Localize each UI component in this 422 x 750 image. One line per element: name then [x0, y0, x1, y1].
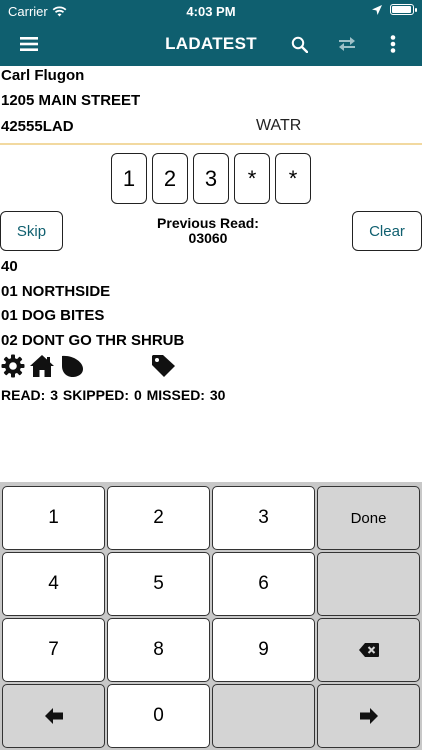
skipped-count: 0 [133, 387, 142, 403]
done-button[interactable]: Done [317, 486, 420, 550]
key-4[interactable]: 4 [2, 552, 105, 616]
clock: 4:03 PM [186, 4, 236, 19]
key-0[interactable]: 0 [107, 684, 210, 748]
digit-box[interactable]: * [234, 153, 270, 204]
key-2[interactable]: 2 [107, 486, 210, 550]
read-label: READ: [1, 387, 46, 403]
previous-read: Previous Read: 03060 [120, 216, 296, 246]
previous-read-value: 03060 [188, 230, 228, 246]
note-line: 02 DONT GO THR SHRUB [1, 332, 185, 349]
left-arrow-key[interactable] [2, 684, 105, 748]
customer-name: Carl Flugon [1, 67, 85, 84]
nav-bar: LADATEST [0, 22, 422, 66]
clear-button[interactable]: Clear [352, 211, 422, 251]
customer-address: 1205 MAIN STREET [1, 92, 141, 109]
digit-box[interactable]: 1 [111, 153, 147, 204]
gear-icon[interactable] [1, 354, 25, 378]
key-7[interactable]: 7 [2, 618, 105, 682]
numeric-keypad: 1 2 3 Done 4 5 6 7 8 9 0 [0, 482, 422, 750]
status-icons [1, 354, 177, 378]
more-button[interactable] [378, 30, 408, 58]
digit-box[interactable]: 2 [152, 153, 188, 204]
swap-button[interactable] [332, 30, 362, 58]
arrow-left-icon [44, 708, 63, 724]
note-line: 01 NORTHSIDE [1, 283, 111, 300]
reading-input[interactable]: 1 2 3 * * [111, 153, 311, 204]
skipped-label: SKIPPED: [62, 387, 130, 403]
read-count: 3 [50, 387, 59, 403]
key-8[interactable]: 8 [107, 618, 210, 682]
arrow-right-icon [359, 708, 378, 724]
key-1[interactable]: 1 [2, 486, 105, 550]
digit-box[interactable]: * [275, 153, 311, 204]
divider [0, 143, 422, 145]
backspace-icon [358, 643, 379, 657]
key-3[interactable]: 3 [212, 486, 315, 550]
more-vertical-icon [390, 35, 396, 53]
tag-icon[interactable] [151, 354, 177, 378]
previous-read-label: Previous Read: [157, 215, 259, 231]
blank-key [212, 684, 315, 748]
note-line: 01 DOG BITES [1, 307, 105, 324]
key-9[interactable]: 9 [212, 618, 315, 682]
search-button[interactable] [284, 30, 314, 58]
key-5[interactable]: 5 [107, 552, 210, 616]
location-arrow-icon [372, 4, 382, 15]
missed-count: 30 [209, 387, 226, 403]
note-line: 40 [1, 258, 18, 275]
status-bar: Carrier 4:03 PM [0, 0, 422, 22]
swap-icon [339, 37, 355, 51]
account-number: 42555LAD [1, 118, 74, 135]
missed-label: MISSED: [146, 387, 205, 403]
drop-icon[interactable] [59, 354, 85, 378]
blank-key [317, 552, 420, 616]
backspace-key[interactable] [317, 618, 420, 682]
key-6[interactable]: 6 [212, 552, 315, 616]
search-icon [291, 36, 308, 53]
house-icon[interactable] [29, 354, 55, 378]
skip-button[interactable]: Skip [0, 211, 63, 251]
digit-box[interactable]: 3 [193, 153, 229, 204]
right-arrow-key[interactable] [317, 684, 420, 748]
battery-icon [390, 4, 417, 15]
service-type: WATR [256, 117, 302, 134]
read-stats: READ: 3 SKIPPED: 0 MISSED: 30 [1, 387, 225, 403]
